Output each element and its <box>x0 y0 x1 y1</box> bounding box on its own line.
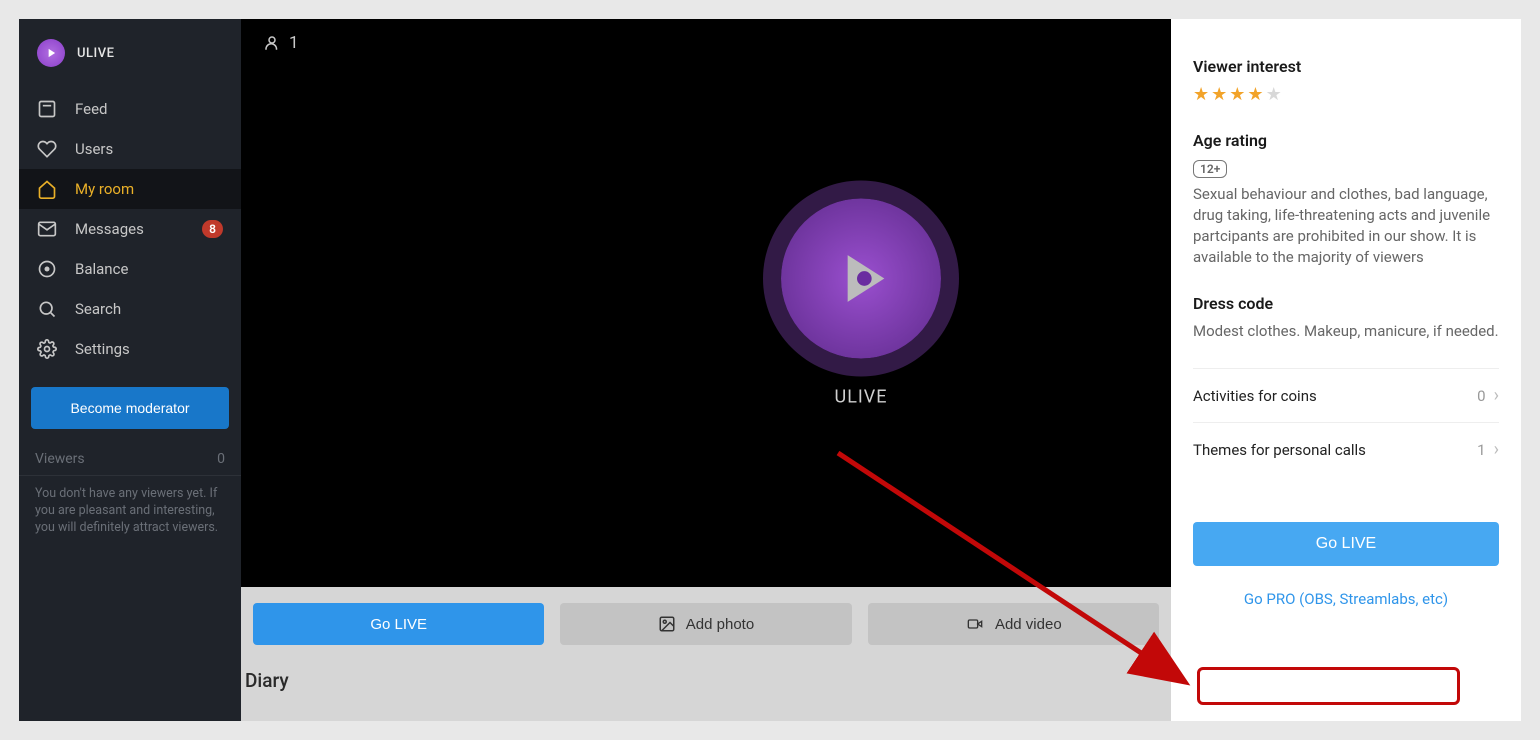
star-rating: ★ ★ ★ ★ ★ <box>1193 84 1499 105</box>
viewers-count: 0 <box>217 451 225 467</box>
sidebar-item-messages[interactable]: Messages 8 <box>19 209 241 249</box>
panel-go-live-button[interactable]: Go LIVE <box>1193 522 1499 566</box>
activities-label: Activities for coins <box>1193 387 1317 405</box>
home-icon <box>37 179 57 199</box>
sidebar-item-label: Feed <box>75 100 108 118</box>
age-badge: 12+ <box>1193 160 1227 178</box>
activities-value: 0 <box>1477 387 1485 405</box>
sidebar-item-feed[interactable]: Feed <box>19 89 241 129</box>
go-pro-link[interactable]: Go PRO (OBS, Streamlabs, etc) <box>1193 580 1499 618</box>
viewer-count-overlay: 1 <box>263 33 299 53</box>
star-icon: ★ <box>1193 84 1209 105</box>
add-video-button[interactable]: Add video <box>868 603 1159 645</box>
person-icon <box>263 34 281 52</box>
star-icon: ★ <box>1247 84 1263 105</box>
sidebar-item-label: Search <box>75 300 121 318</box>
feed-icon <box>37 99 57 119</box>
brand-name: ULIVE <box>77 46 114 61</box>
heart-icon <box>37 139 57 159</box>
brand-logo-icon <box>37 39 65 67</box>
themes-value-group: 1 › <box>1477 439 1499 460</box>
dress-code-title: Dress code <box>1193 294 1499 313</box>
viewers-description: You don't have any viewers yet. If you a… <box>19 476 241 547</box>
star-icon: ★ <box>1229 84 1245 105</box>
right-panel: Viewer interest ★ ★ ★ ★ ★ Age rating 12+… <box>1171 19 1521 721</box>
activities-row[interactable]: Activities for coins 0 › <box>1193 368 1499 422</box>
sidebar-item-label: Balance <box>75 260 128 278</box>
add-photo-button[interactable]: Add photo <box>560 603 851 645</box>
video-area: 1 ULIVE <box>241 19 1171 587</box>
video-placeholder: ULIVE <box>781 199 941 408</box>
main-column: 1 ULIVE Go LIVE Add photo <box>241 19 1171 721</box>
action-row: Go LIVE Add photo Add video <box>241 587 1171 645</box>
mail-icon <box>37 219 57 239</box>
viewer-count-value: 1 <box>289 33 299 53</box>
sidebar-item-balance[interactable]: Balance <box>19 249 241 289</box>
dress-code-text: Modest clothes. Makeup, manicure, if nee… <box>1193 321 1499 342</box>
activities-value-group: 0 › <box>1477 385 1499 406</box>
sidebar-item-users[interactable]: Users <box>19 129 241 169</box>
photo-icon <box>658 615 676 633</box>
viewer-interest-title: Viewer interest <box>1193 57 1499 76</box>
add-video-label: Add video <box>995 616 1062 633</box>
age-rating-title: Age rating <box>1193 131 1499 150</box>
play-logo-icon <box>781 199 941 359</box>
age-rating-text: Sexual behaviour and clothes, bad langua… <box>1193 184 1499 268</box>
gear-icon <box>37 339 57 359</box>
viewers-row: Viewers 0 <box>19 451 241 476</box>
video-icon <box>965 616 985 632</box>
messages-badge: 8 <box>202 220 223 238</box>
sidebar-item-label: Users <box>75 140 113 158</box>
become-moderator-button[interactable]: Become moderator <box>31 387 229 429</box>
star-icon: ★ <box>1266 84 1282 105</box>
go-live-label: Go LIVE <box>370 616 427 633</box>
star-icon: ★ <box>1211 84 1227 105</box>
sidebar-item-label: Messages <box>75 220 144 238</box>
sidebar-item-settings[interactable]: Settings <box>19 329 241 369</box>
themes-label: Themes for personal calls <box>1193 441 1366 459</box>
chevron-right-icon: › <box>1494 385 1499 406</box>
add-photo-label: Add photo <box>686 616 754 633</box>
sidebar-item-search[interactable]: Search <box>19 289 241 329</box>
chevron-right-icon: › <box>1494 439 1499 460</box>
viewers-label: Viewers <box>35 451 85 467</box>
balance-icon <box>37 259 57 279</box>
sidebar: ULIVE Feed Users My room Messages 8 <box>19 19 241 721</box>
brand-row: ULIVE <box>19 31 241 89</box>
diary-heading: Diary <box>241 645 1171 692</box>
app-root: ULIVE Feed Users My room Messages 8 <box>19 19 1521 721</box>
sidebar-item-my-room[interactable]: My room <box>19 169 241 209</box>
sidebar-item-label: Settings <box>75 340 130 358</box>
video-placeholder-text: ULIVE <box>835 387 888 408</box>
themes-row[interactable]: Themes for personal calls 1 › <box>1193 422 1499 476</box>
themes-value: 1 <box>1477 441 1485 459</box>
search-icon <box>37 299 57 319</box>
sidebar-item-label: My room <box>75 180 134 198</box>
go-live-button[interactable]: Go LIVE <box>253 603 544 645</box>
